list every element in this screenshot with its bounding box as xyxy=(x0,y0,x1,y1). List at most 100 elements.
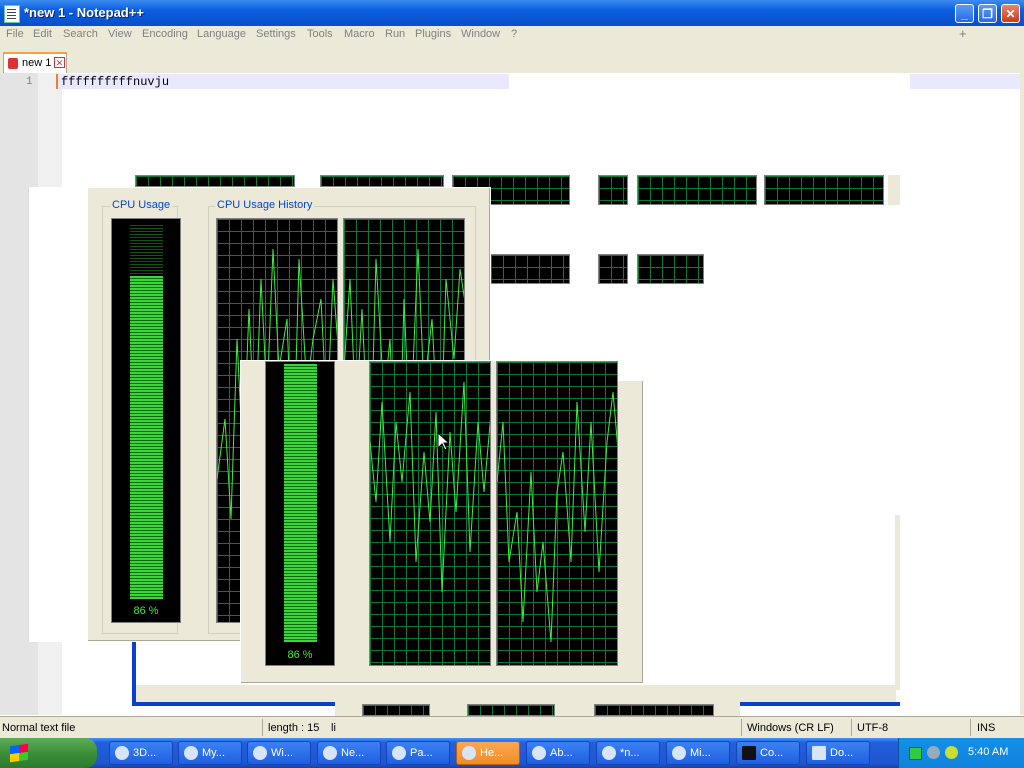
cpu-meter-empty xyxy=(130,225,163,275)
ghost-graph-strip xyxy=(594,704,714,716)
ghost-graph-strip xyxy=(320,175,444,187)
ghost-graph-strip xyxy=(764,175,884,205)
menu-window[interactable]: Window xyxy=(461,28,500,40)
plus-icon[interactable]: + xyxy=(959,26,967,41)
clock: 5:40 AM xyxy=(968,746,1009,758)
ghost-white-area xyxy=(28,187,89,642)
taskbar-item-my[interactable]: My... xyxy=(178,741,242,765)
mouse-cursor-icon xyxy=(437,432,449,451)
menu-tools[interactable]: Tools xyxy=(307,28,333,40)
close-button[interactable]: ✕ xyxy=(1001,4,1020,23)
menu-settings[interactable]: Settings xyxy=(256,28,296,40)
taskbar-item-pa[interactable]: Pa... xyxy=(386,741,450,765)
cpu-meter-fill xyxy=(284,364,317,642)
cpu-history-graph xyxy=(369,361,491,666)
window-icon xyxy=(253,746,267,760)
gear-icon xyxy=(672,746,686,760)
menu-language[interactable]: Language xyxy=(197,28,246,40)
tab-new-1[interactable]: new 1 ✕ xyxy=(3,52,67,73)
line-number: 1 xyxy=(26,76,33,88)
ghost-graph-strip xyxy=(135,175,295,187)
cpu-usage-percent: 86 % xyxy=(133,605,159,617)
paint-icon xyxy=(392,746,406,760)
status-encoding: UTF-8 xyxy=(857,722,889,734)
network-tray-icon[interactable] xyxy=(945,746,958,759)
tab-bar: new 1 ✕ xyxy=(0,45,1024,73)
taskbar-item-ab[interactable]: Ab... xyxy=(526,741,590,765)
status-separator xyxy=(262,719,263,736)
ghost-white-area xyxy=(490,205,900,255)
ghost-graph-strip xyxy=(362,704,430,716)
taskbar-item-ne[interactable]: Ne... xyxy=(317,741,381,765)
current-line-highlight-right xyxy=(910,74,1021,89)
start-button[interactable] xyxy=(0,738,97,768)
menu-bar: File Edit Search View Encoding Language … xyxy=(0,26,1024,45)
restore-button[interactable]: ❐ xyxy=(978,4,997,23)
taskbar-item-notepad[interactable]: *n... xyxy=(596,741,660,765)
task-manager-performance-panel-front: 86 % xyxy=(240,360,644,684)
ghost-graph-strip xyxy=(467,704,555,716)
cpu-meter-fill xyxy=(130,276,163,599)
taskbar-item-he[interactable]: He... xyxy=(456,741,520,765)
window-title: *new 1 - Notepad++ xyxy=(24,5,144,20)
ghost-graph-strip xyxy=(637,254,704,284)
status-file-type: Normal text file xyxy=(2,722,76,734)
taskbar-item-wi[interactable]: Wi... xyxy=(247,741,311,765)
menu-help[interactable]: ? xyxy=(511,28,517,40)
help-icon xyxy=(462,746,476,760)
taskbar-item-co[interactable]: Co... xyxy=(736,741,800,765)
cpu-history-label: CPU Usage History xyxy=(215,199,315,211)
ghost-white-area xyxy=(618,361,643,381)
status-eol: Windows (CR LF) xyxy=(747,722,834,734)
status-length: length : 15 xyxy=(268,722,320,734)
menu-run[interactable]: Run xyxy=(385,28,405,40)
console-icon xyxy=(742,746,756,760)
status-lines: li xyxy=(331,722,336,734)
editor-text[interactable]: ffffffffffnuvju xyxy=(61,75,169,89)
menu-search[interactable]: Search xyxy=(63,28,98,40)
cpu-usage-label: CPU Usage xyxy=(110,199,173,211)
cpu-meter-tray-icon[interactable] xyxy=(909,747,922,760)
menu-plugins[interactable]: Plugins xyxy=(415,28,451,40)
speaker-icon[interactable] xyxy=(927,746,940,759)
tab-label: new 1 xyxy=(22,57,52,69)
computer-icon xyxy=(184,746,198,760)
ghost-panel-edge xyxy=(136,685,896,702)
taskbar-item-mi[interactable]: Mi... xyxy=(666,741,730,765)
ghost-panel-edge xyxy=(888,175,900,205)
unsaved-file-icon xyxy=(8,58,18,69)
menu-file[interactable]: File xyxy=(6,28,24,40)
document-icon xyxy=(812,746,826,760)
ghost-graph-strip xyxy=(598,175,628,205)
cpu-usage-meter: 86 % xyxy=(111,218,181,623)
menu-edit[interactable]: Edit xyxy=(33,28,52,40)
title-bar[interactable]: *new 1 - Notepad++ _ ❐ ✕ xyxy=(0,0,1024,26)
cpu-usage-meter: 86 % xyxy=(265,361,335,666)
ghost-graph-strip xyxy=(598,254,628,284)
status-separator xyxy=(851,719,852,736)
status-insert-mode: INS xyxy=(977,722,996,734)
windows-logo-icon xyxy=(10,743,28,763)
window-right-edge xyxy=(1020,73,1024,715)
status-separator xyxy=(970,719,971,736)
network-icon xyxy=(323,746,337,760)
status-separator xyxy=(741,719,742,736)
notepad-icon xyxy=(602,746,616,760)
minimize-button[interactable]: _ xyxy=(955,4,974,23)
ghost-graph-strip xyxy=(637,175,757,205)
status-bar: Normal text file length : 15 li Windows … xyxy=(0,716,1024,739)
cpu-history-trace xyxy=(497,391,617,643)
cpu-usage-percent: 86 % xyxy=(287,649,313,661)
window-icon xyxy=(532,746,546,760)
menu-encoding[interactable]: Encoding xyxy=(142,28,188,40)
cpu-history-graph xyxy=(496,361,618,666)
taskbar-item-3d[interactable]: 3D... xyxy=(109,741,173,765)
cpu-history-trace xyxy=(370,381,490,593)
close-tab-icon[interactable]: ✕ xyxy=(54,57,65,68)
ghost-graph-strip xyxy=(490,254,570,284)
notepad-app-icon[interactable] xyxy=(4,5,20,23)
taskbar-item-do[interactable]: Do... xyxy=(806,741,870,765)
menu-view[interactable]: View xyxy=(108,28,132,40)
globe-icon xyxy=(115,746,129,760)
menu-macro[interactable]: Macro xyxy=(344,28,375,40)
